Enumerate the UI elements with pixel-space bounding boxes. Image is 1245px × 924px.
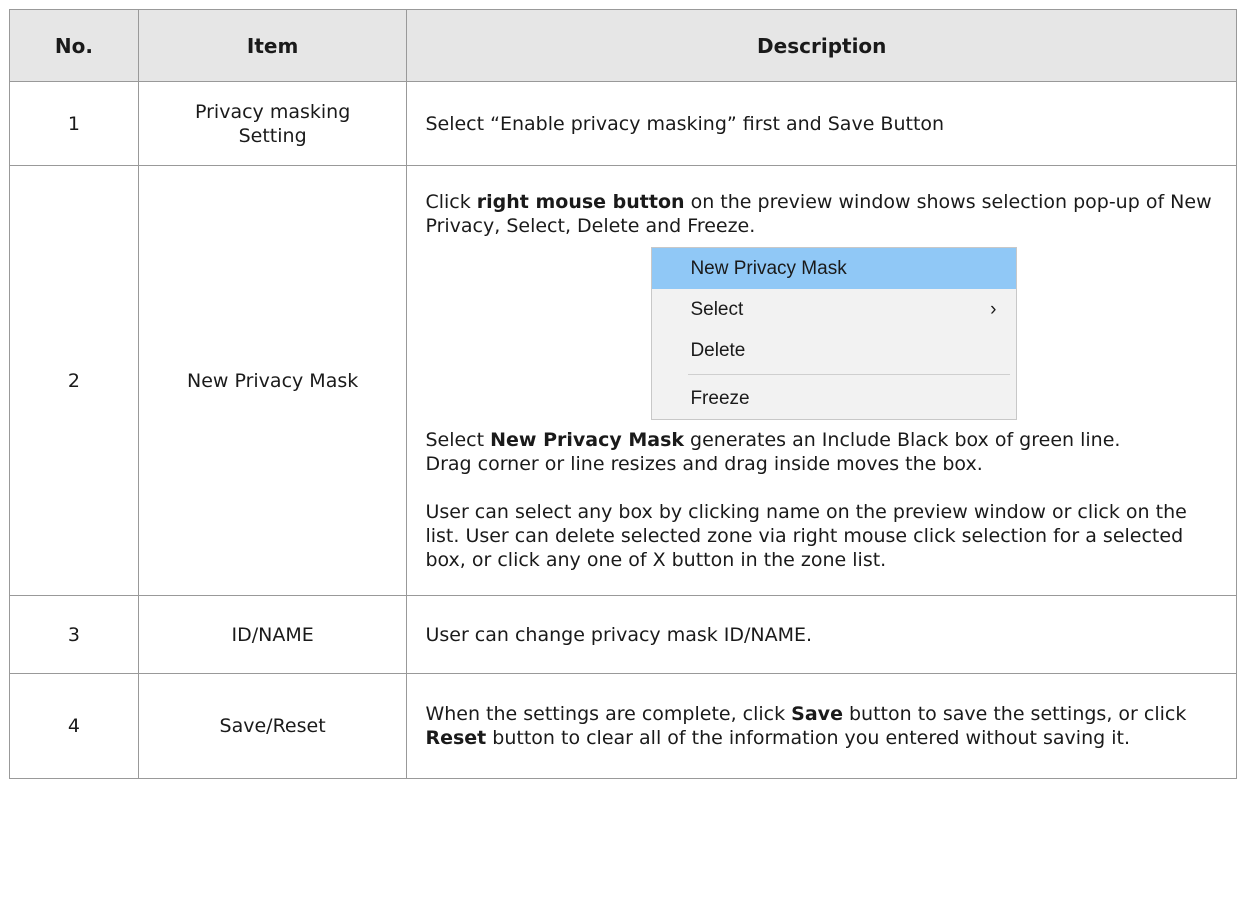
row-number: 2: [9, 165, 139, 596]
menu-separator: [688, 373, 1011, 375]
context-menu-image: New Privacy Mask Select › Delete Freeze: [651, 246, 1018, 420]
row-item: ID/NAME: [137, 595, 408, 674]
table-row: 2 New Privacy Mask Click right mouse but…: [9, 165, 1237, 596]
row-number: 4: [9, 673, 139, 779]
menu-item-new-privacy-mask: New Privacy Mask: [652, 247, 1017, 289]
header-description: Description: [406, 9, 1237, 82]
description-paragraph: User can select any box by clicking name…: [425, 500, 1187, 571]
description-paragraph: Drag corner or line resizes and drag ins…: [425, 452, 983, 475]
header-no: No.: [9, 9, 139, 82]
menu-item-select: Select ›: [652, 289, 1016, 330]
table-row: 3 ID/NAME User can change privacy mask I…: [9, 595, 1237, 674]
row-description: User can change privacy mask ID/NAME.: [406, 595, 1237, 674]
row-description: Click right mouse button on the preview …: [406, 165, 1237, 596]
row-description: Select “Enable privacy masking” first an…: [406, 81, 1237, 166]
table-header-row: No. Item Description: [9, 9, 1237, 82]
chevron-right-icon: ›: [990, 298, 997, 320]
row-description: When the settings are complete, click Sa…: [406, 673, 1237, 779]
table-row: 4 Save/Reset When the settings are compl…: [9, 673, 1237, 779]
row-number: 1: [9, 81, 139, 166]
row-number: 3: [9, 595, 139, 674]
table-row: 1 Privacy masking Setting Select “Enable…: [9, 81, 1237, 166]
description-paragraph: Select New Privacy Mask generates an Inc…: [425, 428, 1121, 451]
header-item: Item: [137, 9, 408, 82]
menu-item-freeze: Freeze: [690, 387, 750, 409]
settings-description-table: No. Item Description 1 Privacy masking S…: [9, 9, 1237, 779]
menu-item-delete: Delete: [690, 339, 746, 361]
row-item: Privacy masking Setting: [137, 81, 408, 166]
row-item: New Privacy Mask: [137, 165, 408, 596]
row-item: Save/Reset: [137, 673, 408, 779]
description-paragraph: Click right mouse button on the preview …: [425, 190, 1212, 237]
